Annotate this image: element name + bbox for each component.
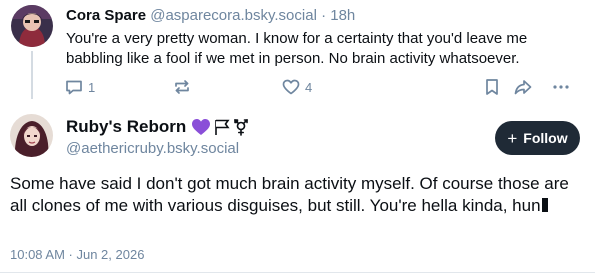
post-actions: 1 4 (64, 76, 584, 98)
reply-icon (66, 80, 82, 95)
bookmark-button[interactable] (483, 76, 501, 98)
follow-button[interactable]: + Follow (495, 121, 580, 155)
plus-icon: + (507, 128, 518, 148)
post-text: You're a very pretty woman. I know for a… (66, 30, 528, 67)
like-button[interactable]: 4 (281, 76, 312, 98)
divider (0, 272, 595, 273)
post-datetime[interactable]: 10:08 AM · Jun 2, 2026 (10, 246, 144, 264)
more-icon (553, 85, 569, 89)
post-text: Some have said I don't got much brain ac… (10, 173, 575, 217)
flag-icon (215, 119, 230, 135)
purple-heart-icon (192, 119, 211, 135)
repost-button[interactable] (172, 76, 196, 98)
like-icon (282, 79, 300, 95)
like-count: 4 (305, 79, 313, 95)
share-icon (514, 80, 532, 95)
separator-dot: · (321, 7, 327, 24)
post-text-content: Some have said I don't got much brain ac… (10, 174, 569, 215)
bookmark-icon (486, 79, 498, 95)
timestamp[interactable]: 18h (330, 7, 355, 24)
parent-post[interactable]: Cora Spare @asparecora.bsky.social · 18h… (0, 0, 595, 104)
follow-label: Follow (523, 130, 568, 146)
author-handle[interactable]: @aethericruby.bsky.social (66, 139, 239, 159)
transgender-symbol-icon (234, 119, 249, 136)
main-post: Ruby's Reborn @aethericruby.bsky.social … (0, 104, 595, 278)
unknown-glyph-icon (541, 198, 548, 212)
avatar[interactable] (10, 114, 53, 157)
reply-button[interactable]: 1 (64, 76, 95, 98)
avatar[interactable] (11, 5, 53, 47)
author-name-row: Ruby's Reborn (66, 116, 249, 138)
thread-line (31, 51, 33, 99)
share-button[interactable] (513, 76, 533, 98)
author-name[interactable]: Cora Spare (66, 7, 146, 24)
post-header: Cora Spare @asparecora.bsky.social · 18h (66, 6, 355, 26)
author-handle[interactable]: @asparecora.bsky.social (150, 7, 317, 24)
reply-count: 1 (88, 79, 96, 95)
repost-icon (175, 80, 189, 94)
author-name[interactable]: Ruby's Reborn (66, 116, 186, 138)
name-emojis (191, 118, 249, 136)
more-options-button[interactable] (551, 76, 571, 98)
